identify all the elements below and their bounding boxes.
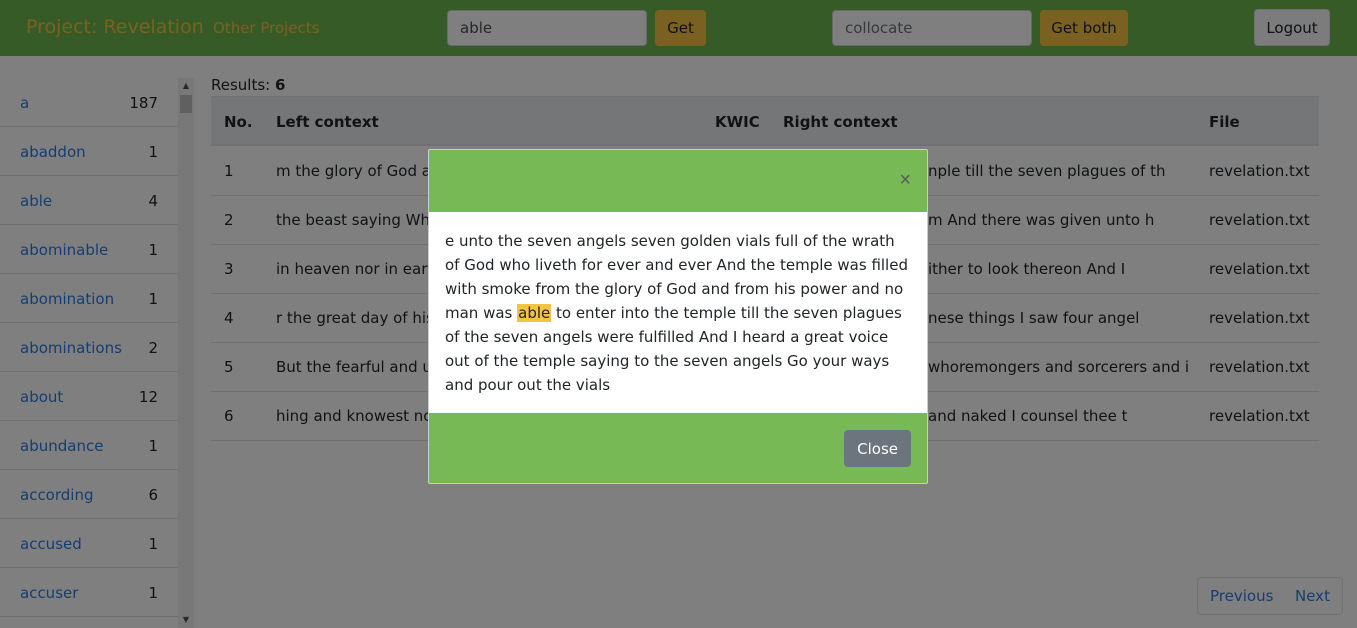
modal-body: e unto the seven angels seven golden via… [429, 212, 927, 413]
modal-close-button[interactable]: Close [844, 430, 911, 467]
highlighted-keyword: able [517, 304, 552, 322]
context-modal: × e unto the seven angels seven golden v… [428, 149, 928, 484]
modal-footer: Close [429, 413, 927, 483]
modal-header: × [429, 150, 927, 212]
close-icon[interactable]: × [899, 170, 911, 190]
